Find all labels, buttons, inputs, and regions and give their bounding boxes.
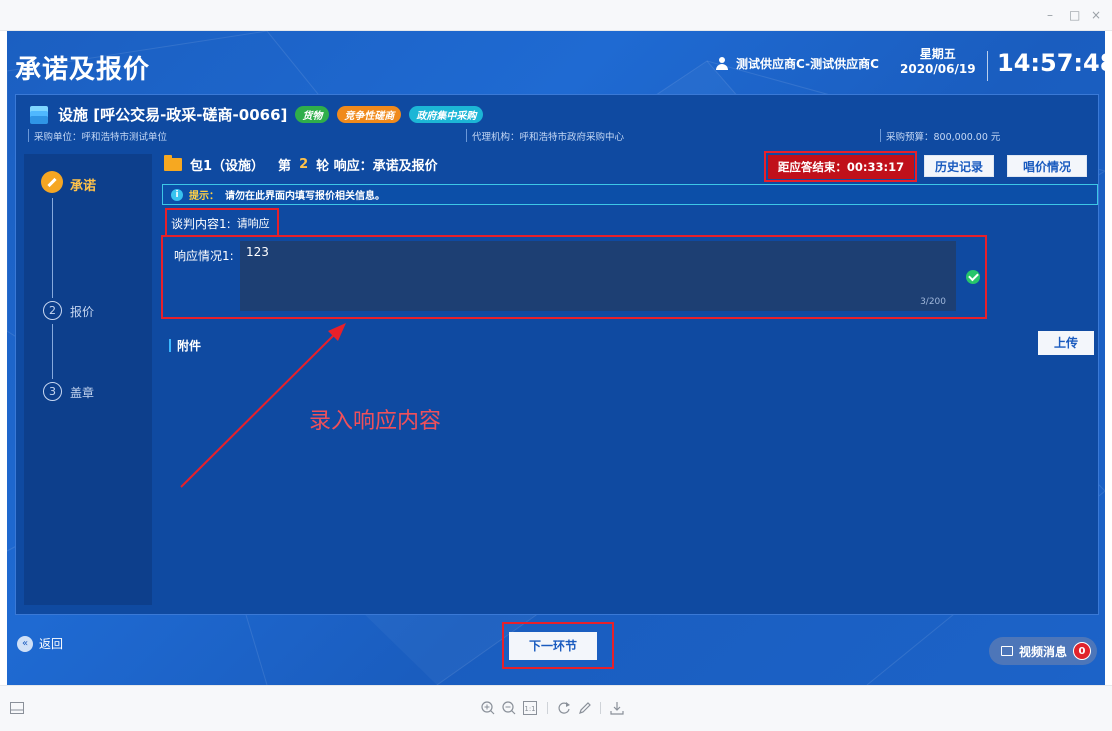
zoom-in-icon[interactable] [481, 701, 495, 715]
step-number-2: 2 [43, 301, 62, 320]
toolbar-divider [547, 702, 548, 714]
step-connector [52, 324, 53, 379]
date: 2020/06/19 [900, 62, 976, 76]
step-seal[interactable]: 盖章 [70, 384, 94, 401]
user-icon [715, 56, 729, 71]
viewer-toolbar: 1:1 [0, 685, 1112, 731]
step-number-3: 3 [43, 382, 62, 401]
tag-procurement: 政府集中采购 [409, 105, 484, 123]
pencil-icon [41, 171, 63, 193]
app-stage: 承诺及报价 测试供应商C-测试供应商C 星期五 2020/06/19 14:57… [7, 31, 1105, 685]
next-step-button[interactable]: 下一环节 [509, 632, 597, 660]
step-quote[interactable]: 报价 [70, 303, 94, 320]
section-marker [169, 339, 171, 352]
budget: 采购预算：800,000.00 元 [886, 132, 1001, 143]
video-message-button[interactable]: 视频消息 0 [989, 637, 1097, 665]
clock: 14:57:48 [997, 49, 1105, 77]
notification-badge: 0 [1073, 642, 1092, 660]
round-number: 2 [299, 157, 309, 172]
window-titlebar: – □ × [0, 0, 1112, 31]
panel-icon[interactable] [10, 702, 24, 714]
download-icon[interactable] [610, 701, 624, 715]
zoom-out-icon[interactable] [502, 701, 516, 715]
tag-goods: 货物 [295, 105, 330, 123]
back-arrow-icon: « [17, 635, 33, 652]
main-panel: 设施 [呼公交易-政采-磋商-0066] 货物 竞争性磋商 政府集中采购 采购单… [15, 94, 1099, 615]
date-display: 星期五 2020/06/19 [900, 47, 976, 77]
toolbar-divider [600, 702, 601, 714]
back-label: 返回 [39, 637, 64, 651]
minimize-icon[interactable]: – [1047, 8, 1053, 22]
svg-text:1:1: 1:1 [524, 705, 535, 713]
project-header: 设施 [呼公交易-政采-磋商-0066] 货物 竞争性磋商 政府集中采购 [28, 103, 484, 125]
annotation-text: 录入响应内容 [309, 409, 442, 434]
notice-text: 请勿在此界面内填写报价相关信息。 [225, 191, 385, 202]
video-label: 视频消息 [1019, 644, 1068, 659]
project-title: 设施 [呼公交易-政采-磋商-0066] [58, 105, 288, 124]
back-button[interactable]: « 返回 [17, 635, 63, 652]
rotate-icon[interactable] [557, 701, 571, 715]
upload-button[interactable]: 上传 [1038, 331, 1094, 355]
layers-icon [28, 106, 50, 124]
step-connector [52, 198, 53, 298]
video-icon [1001, 646, 1013, 656]
quote-status-button[interactable]: 唱价情况 [1007, 155, 1087, 177]
history-button[interactable]: 历史记录 [924, 155, 994, 177]
package-name: 包1（设施） [190, 159, 265, 174]
user-name: 测试供应商C-测试供应商C [736, 57, 879, 71]
project-meta: 采购单位：呼和浩特市测试单位 代理机构：呼和浩特市政府采购中心 采购预算：800… [28, 128, 1088, 144]
header-divider [987, 51, 988, 81]
actual-size-icon[interactable]: 1:1 [523, 701, 537, 715]
user-info[interactable]: 测试供应商C-测试供应商C [715, 55, 879, 72]
highlight-box [764, 151, 917, 182]
round-prefix: 第 [278, 159, 292, 174]
highlight-box [161, 235, 987, 319]
step-commit[interactable]: 承诺 [70, 175, 96, 194]
maximize-icon[interactable]: □ [1069, 8, 1080, 22]
agency: 代理机构：呼和浩特市政府采购中心 [472, 132, 625, 143]
info-icon: i [171, 188, 183, 201]
round-suffix: 轮 响应：承诺及报价 [316, 159, 438, 174]
notice-prefix: 提示： [189, 191, 219, 202]
highlight-box [165, 208, 279, 237]
notice-bar: i 提示： 请勿在此界面内填写报价相关信息。 [162, 184, 1098, 205]
page-title: 承诺及报价 [15, 55, 151, 85]
close-icon[interactable]: × [1091, 8, 1101, 22]
edit-icon[interactable] [578, 701, 592, 715]
buyer-unit: 采购单位：呼和浩特市测试单位 [34, 132, 168, 143]
step-sidebar: 承诺 2 报价 3 盖章 [24, 154, 152, 605]
weekday: 星期五 [919, 47, 956, 61]
package-row: 包1（设施） 第 2 轮 响应：承诺及报价 [164, 155, 438, 174]
folder-icon [164, 155, 182, 171]
tag-negotiation: 竞争性磋商 [337, 105, 402, 123]
